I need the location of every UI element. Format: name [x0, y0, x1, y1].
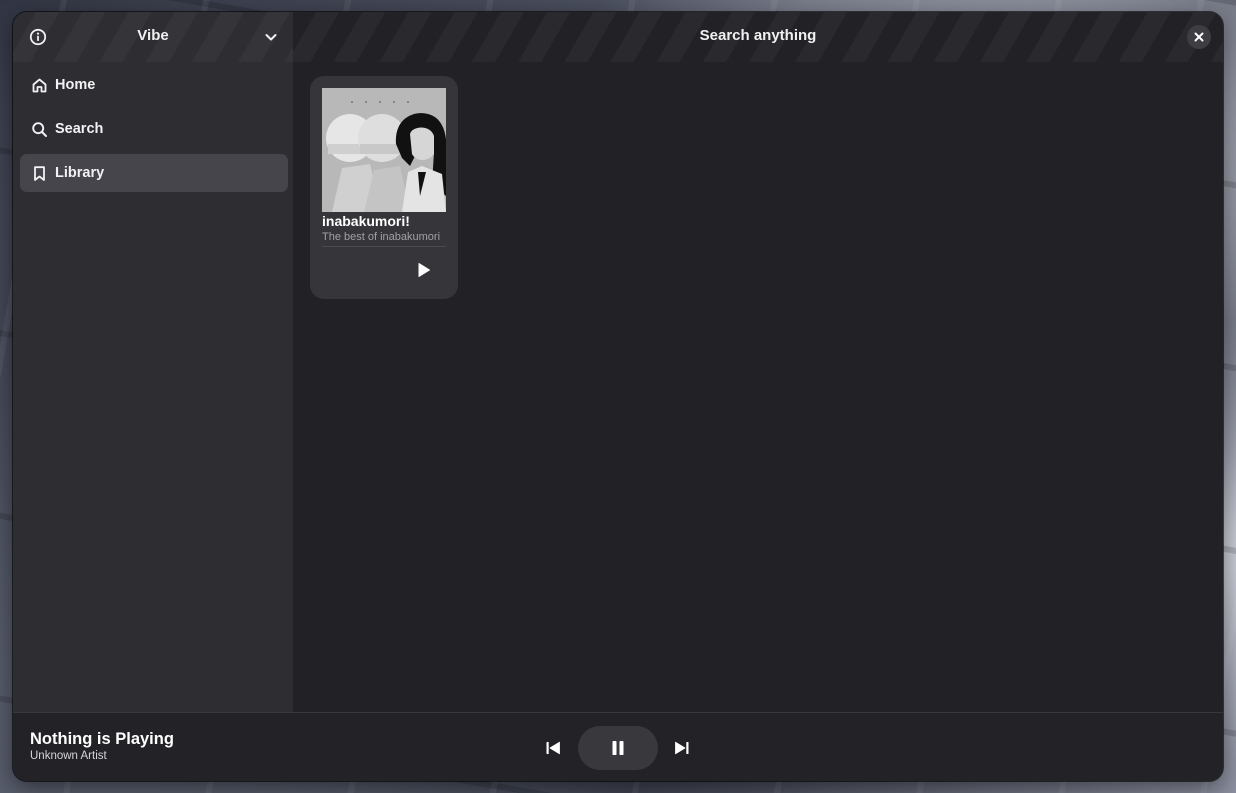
pause-icon	[612, 741, 624, 755]
close-icon	[1194, 32, 1204, 42]
card-divider	[322, 246, 446, 247]
sidebar-nav: Home Search Library	[20, 66, 288, 198]
home-icon	[30, 76, 48, 94]
skip-next-icon	[675, 741, 689, 755]
now-playing-artist: Unknown Artist	[30, 750, 107, 762]
app-window: Vibe Home Search Library Search anything…	[13, 12, 1223, 781]
album-title: inabakumori!	[322, 213, 410, 229]
close-button[interactable]	[1187, 25, 1211, 49]
album-card[interactable]: inabakumori! The best of inabakumori	[310, 76, 458, 299]
app-menu-dropdown[interactable]	[259, 25, 283, 49]
next-track-button[interactable]	[669, 735, 695, 761]
sidebar-header: Vibe	[13, 12, 293, 62]
main-header: Search anything	[293, 12, 1223, 62]
main-content: Search anything inabakumori! The best of…	[293, 12, 1223, 712]
sidebar-item-label: Library	[55, 165, 105, 181]
sidebar: Vibe Home Search Library	[13, 12, 293, 712]
previous-track-button[interactable]	[540, 735, 566, 761]
info-icon	[29, 28, 47, 46]
album-subtitle: The best of inabakumori	[322, 231, 440, 243]
sidebar-item-library[interactable]: Library	[20, 154, 288, 192]
chevron-down-icon	[265, 34, 277, 41]
skip-previous-icon	[546, 741, 560, 755]
play-icon	[418, 263, 430, 277]
info-button[interactable]	[26, 25, 50, 49]
now-playing-title: Nothing is Playing	[30, 730, 174, 748]
sidebar-item-label: Search	[55, 121, 104, 137]
app-title: Vibe	[137, 27, 169, 44]
sidebar-item-label: Home	[55, 77, 96, 93]
play-pause-button[interactable]	[578, 726, 658, 770]
sidebar-item-home[interactable]: Home	[20, 66, 288, 104]
sidebar-item-search[interactable]: Search	[20, 110, 288, 148]
search-icon	[30, 120, 48, 138]
player-bar: Nothing is Playing Unknown Artist	[13, 712, 1223, 781]
album-play-button[interactable]	[412, 258, 436, 282]
bookmark-icon	[30, 164, 48, 182]
album-cover-image	[322, 88, 446, 212]
search-title[interactable]: Search anything	[293, 27, 1223, 44]
